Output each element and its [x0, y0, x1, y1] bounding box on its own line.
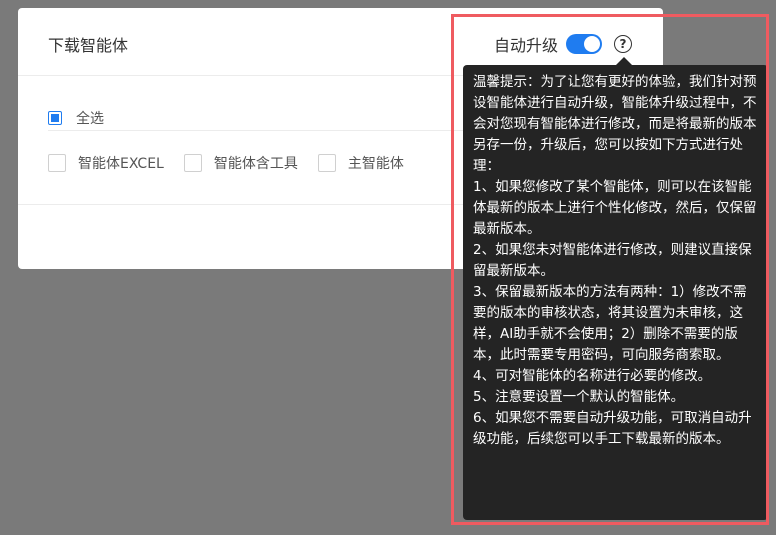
main-agent-checkbox[interactable] [317, 154, 336, 172]
auto-upgrade-label: 自动升级 [494, 36, 559, 55]
dialog-title: 下载智能体 [48, 36, 129, 55]
tooltip-arrow [616, 57, 632, 65]
option-label: 主智能体 [347, 156, 404, 172]
divider [48, 130, 468, 131]
select-all-checkbox[interactable] [48, 111, 62, 125]
question-circle-icon[interactable]: ? [614, 35, 633, 53]
auto-upgrade-control: 自动升级 ? [494, 32, 633, 56]
tooltip-paragraph: 1、如果您修改了某个智能体，则可以在该智能体最新的版本上进行个性化修改，然后，仅… [473, 179, 757, 237]
tooltip-paragraph: 5、注意要设置一个默认的智能体。 [473, 389, 685, 405]
tooltip-paragraph: 6、如果您不需要自动升级功能，可取消自动升级功能，后续您可以手工下载最新的版本。 [473, 410, 752, 447]
select-all-label: 全选 [76, 111, 104, 127]
agent-with-tools-checkbox[interactable] [183, 154, 202, 172]
option-label: 智能体EXCEL [78, 156, 164, 172]
option-label: 智能体含工具 [213, 156, 298, 172]
agent-excel-checkbox[interactable] [48, 154, 66, 172]
auto-upgrade-toggle[interactable] [566, 34, 603, 54]
option-main-agent[interactable]: 主智能体 [317, 153, 404, 173]
agent-options: 智能体EXCEL 智能体含工具 主智能体 [48, 153, 424, 173]
option-agent-excel[interactable]: 智能体EXCEL [48, 153, 164, 173]
tooltip-paragraph: 4、可对智能体的名称进行必要的修改。 [473, 368, 712, 384]
select-all-option[interactable]: 全选 [48, 108, 104, 128]
option-agent-with-tools[interactable]: 智能体含工具 [183, 153, 298, 173]
tooltip-paragraph: 3、保留最新版本的方法有两种：1）修改不需要的版本的审核状态，将其设置为未审核，… [473, 284, 747, 363]
auto-upgrade-tooltip: 温馨提示：为了让您有更好的体验，我们针对预设智能体进行自动升级，智能体升级过程中… [463, 65, 768, 520]
tooltip-paragraph: 温馨提示：为了让您有更好的体验，我们针对预设智能体进行自动升级，智能体升级过程中… [473, 74, 757, 174]
tooltip-paragraph: 2、如果您未对智能体进行修改，则建议直接保留最新版本。 [473, 242, 752, 279]
toggle-knob [584, 36, 601, 52]
